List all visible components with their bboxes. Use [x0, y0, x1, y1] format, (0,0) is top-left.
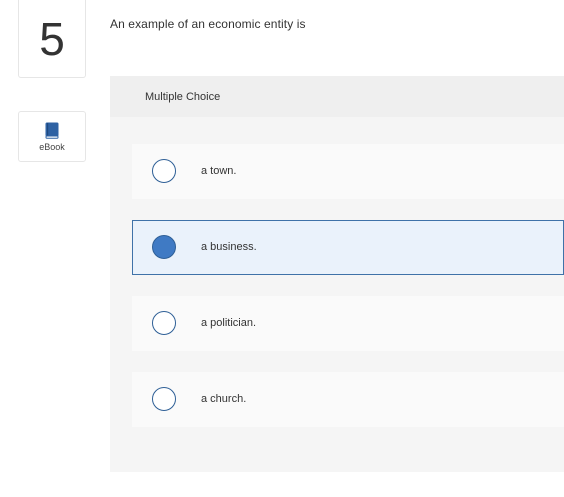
option-a-politician[interactable]: a politician. — [132, 296, 564, 351]
panel-title: Multiple Choice — [145, 91, 221, 103]
radio-button[interactable] — [152, 159, 176, 183]
option-label: a business. — [201, 241, 257, 253]
option-label: a town. — [201, 165, 237, 177]
option-label: a church. — [201, 393, 247, 405]
question-number: 5 — [18, 0, 86, 78]
panel-header: Multiple Choice — [110, 76, 564, 117]
question-prompt: An example of an economic entity is — [110, 17, 306, 31]
ebook-label: eBook — [39, 141, 65, 152]
radio-button[interactable] — [152, 311, 176, 335]
option-a-business[interactable]: a business. — [132, 220, 564, 275]
radio-button-selected[interactable] — [152, 235, 176, 259]
radio-button[interactable] — [152, 387, 176, 411]
ebook-button[interactable]: eBook — [18, 111, 86, 162]
option-a-church[interactable]: a church. — [132, 372, 564, 427]
multiple-choice-panel: Multiple Choice a town. a business. a po… — [110, 76, 564, 472]
option-label: a politician. — [201, 317, 257, 329]
question-page: 5 eBook An example of an economic entity… — [0, 0, 564, 497]
book-icon — [44, 122, 60, 139]
option-a-town[interactable]: a town. — [132, 144, 564, 199]
